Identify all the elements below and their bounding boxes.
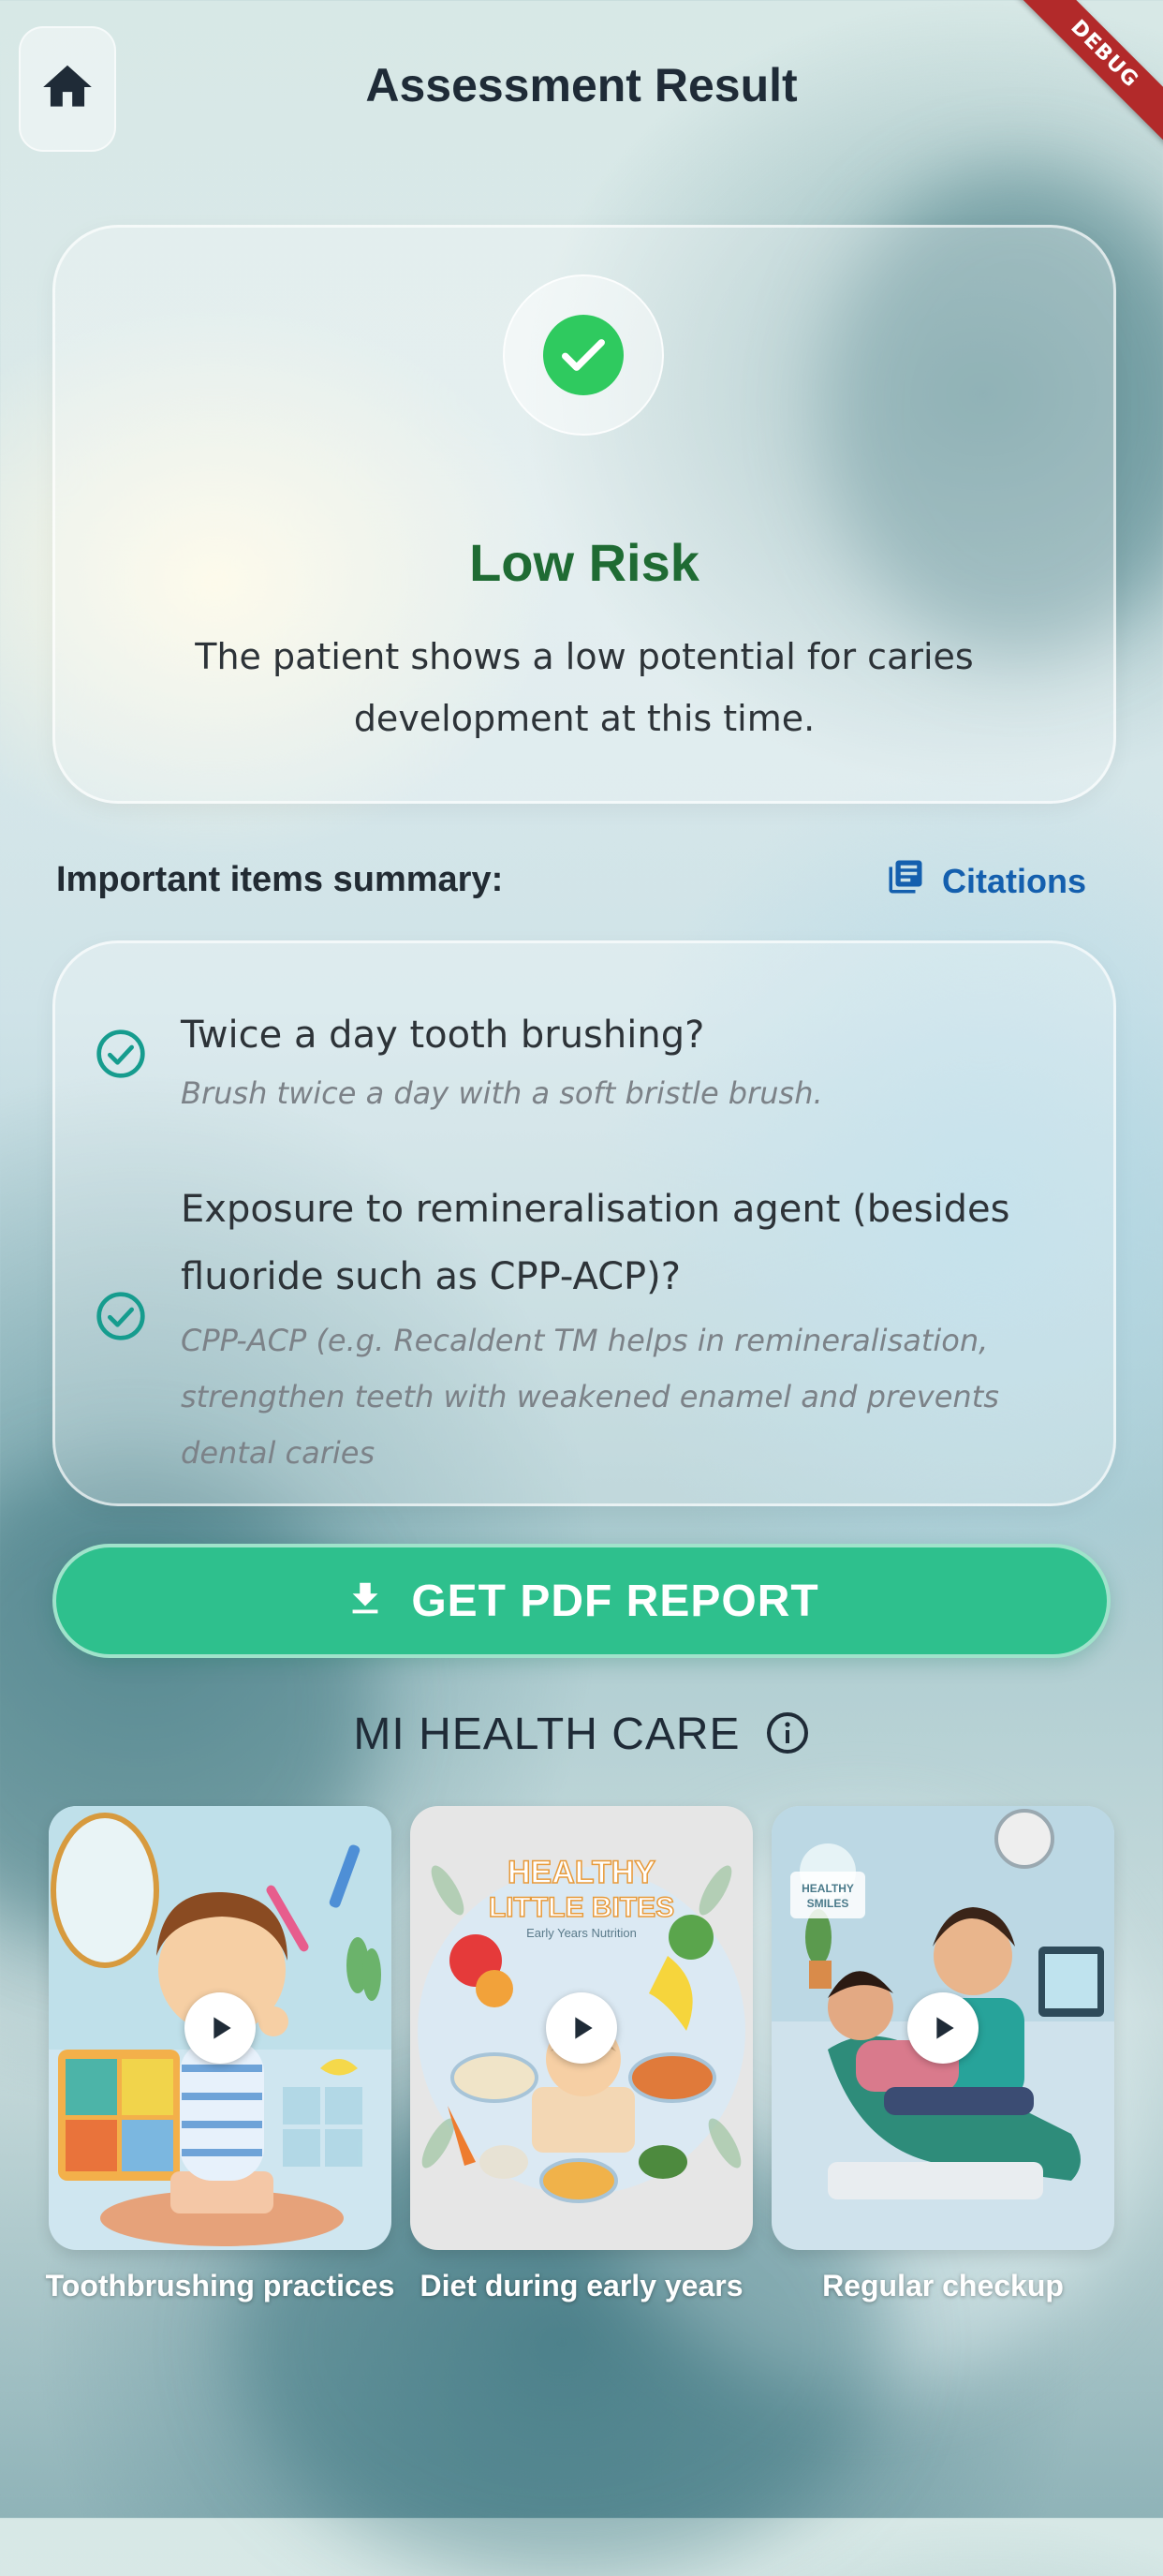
video-label: Diet during early years xyxy=(420,2269,743,2302)
summary-hint: CPP-ACP (e.g. Recaldent TM helps in remi… xyxy=(181,1323,999,1471)
section-title: MI HEALTH CARE xyxy=(353,1710,741,1759)
download-icon xyxy=(344,1577,387,1624)
check-icon xyxy=(543,315,624,395)
citations-button[interactable]: Citations xyxy=(886,857,1086,905)
citations-label: Citations xyxy=(941,861,1086,900)
result-card: Low Risk The patient shows a low potenti… xyxy=(52,225,1116,804)
video-label: Toothbrushing practices xyxy=(45,2269,395,2302)
check-circle-outline-icon xyxy=(95,1028,147,1080)
video-card-diet[interactable]: HEALTHY LITTLE BITES Early Years Nutriti… xyxy=(410,1806,753,2250)
art-title-1: HEALTHY xyxy=(508,1855,655,1890)
check-circle-outline-icon xyxy=(95,1290,147,1342)
video-label: Regular checkup xyxy=(822,2269,1064,2302)
play-icon[interactable] xyxy=(907,1992,979,2064)
play-icon[interactable] xyxy=(546,1992,617,2064)
art-sign-2: SMILES xyxy=(807,1897,849,1910)
play-icon[interactable] xyxy=(184,1992,256,2064)
art-sign-1: HEALTHY xyxy=(802,1882,854,1895)
summary-card: Twice a day tooth brushing? Brush twice … xyxy=(52,940,1116,1506)
pdf-button-label: GET PDF REPORT xyxy=(411,1576,819,1626)
video-card-toothbrushing[interactable] xyxy=(49,1806,391,2250)
summary-label: Important items summary: xyxy=(56,860,504,899)
mi-health-care-header: MI HEALTH CARE xyxy=(0,1709,1163,1760)
summary-question: Twice a day tooth brushing? xyxy=(181,1014,705,1057)
risk-level: Low Risk xyxy=(469,533,699,592)
risk-description: The patient shows a low potential for ca… xyxy=(195,636,974,739)
page-title: Assessment Result xyxy=(365,59,798,111)
summary-question: Exposure to remineralisation agent (besi… xyxy=(181,1188,1010,1298)
get-pdf-report-button[interactable]: GET PDF REPORT xyxy=(52,1544,1111,1658)
summary-hint: Brush twice a day with a soft bristle br… xyxy=(181,1075,823,1111)
info-icon[interactable] xyxy=(765,1710,810,1759)
video-card-checkup[interactable]: HEALTHY SMILES xyxy=(772,1806,1114,2250)
status-badge xyxy=(503,274,664,436)
art-title-2: LITTLE BITES xyxy=(489,1892,674,1923)
art-subtitle: Early Years Nutrition xyxy=(526,1926,637,1940)
library-books-icon xyxy=(886,857,925,905)
